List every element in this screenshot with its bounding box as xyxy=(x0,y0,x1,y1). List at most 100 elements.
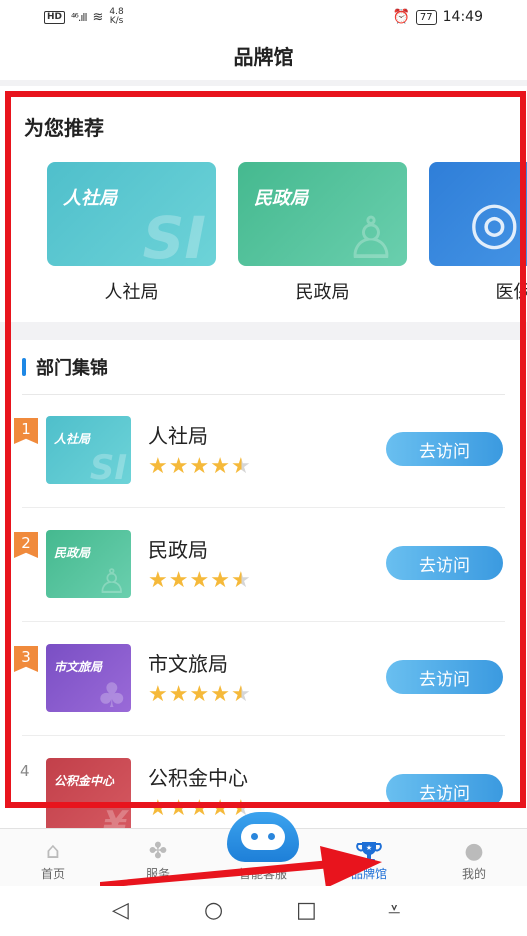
department-row[interactable]: 3 市文旅局 ♣ 市文旅局 ★★★★★ 去访问 xyxy=(0,644,527,758)
robot-eye xyxy=(268,833,275,840)
grid-icon: ✤ xyxy=(148,839,168,864)
star-icon: ★ xyxy=(148,796,169,821)
recommend-section: 为您推荐 人社局 SI 人社局 民政局 ♙ 民政局 ◎ 医保 xyxy=(0,86,527,322)
house-icon: ¥ xyxy=(103,804,127,828)
card-logo-text: 民政局 xyxy=(254,188,308,209)
recommend-item-renshe[interactable]: 人社局 SI 人社局 xyxy=(47,162,216,304)
section-accent-bar xyxy=(22,358,26,376)
nav-home[interactable]: ⌂ 首页 xyxy=(13,839,93,882)
recommend-card[interactable]: 民政局 ♙ xyxy=(238,162,407,266)
alarm-icon: ⏰ xyxy=(392,9,410,25)
trophy-icon: ★ xyxy=(329,839,409,865)
palm-tree-icon: ♣ xyxy=(96,676,127,712)
department-section: 部门集锦 1 人社局 SI 人社局 ★★★★★ 去访问 2 民政局 ♙ 民政局 xyxy=(0,340,527,828)
star-icon: ★ xyxy=(210,796,231,821)
star-icon: ★ xyxy=(168,454,190,479)
nav-mine[interactable]: ● 我的 xyxy=(434,839,514,882)
si-logo-icon: SI xyxy=(89,448,127,484)
thumb-text: 人社局 xyxy=(54,432,91,446)
nav-service[interactable]: ✤ 服务 xyxy=(118,839,198,882)
speed-unit: K/s xyxy=(109,16,124,26)
row-divider xyxy=(22,507,505,508)
star-icon: ★ xyxy=(210,568,231,593)
department-name: 人社局 xyxy=(148,424,208,448)
rating-stars: ★★★★★ xyxy=(148,796,252,821)
star-icon: ★ xyxy=(168,796,190,821)
status-bar: HD ⁴⁶.ıll ≋ 4.8 K/s ⏰ 77 14:49 xyxy=(0,0,527,34)
status-left: HD ⁴⁶.ıll ≋ 4.8 K/s xyxy=(44,8,124,26)
home-icon: ⌂ xyxy=(46,839,60,864)
thumb-text: 公积金中心 xyxy=(54,774,115,788)
department-thumbnail[interactable]: 市文旅局 ♣ xyxy=(46,644,131,712)
rating-stars: ★★★★★ xyxy=(148,454,252,479)
nav-brand[interactable]: ★ 品牌馆 xyxy=(329,839,409,882)
recommend-label: 医保 xyxy=(495,282,527,303)
star-icon: ★ xyxy=(189,454,211,479)
star-icon: ★ xyxy=(210,682,231,707)
robot-eye xyxy=(251,833,258,840)
nav-label: 品牌馆 xyxy=(350,867,387,881)
rank-badge: 1 xyxy=(14,418,38,444)
rank-badge: 3 xyxy=(14,646,38,672)
recommend-list[interactable]: 人社局 SI 人社局 民政局 ♙ 民政局 ◎ 医保 xyxy=(47,162,527,304)
visit-button[interactable]: 去访问 xyxy=(386,546,503,580)
department-name: 市文旅局 xyxy=(148,652,228,676)
signal-icon: ⁴⁶.ıll xyxy=(71,10,88,24)
rank-number: 4 xyxy=(20,762,30,780)
thumb-text: 民政局 xyxy=(54,546,91,560)
star-icon: ★ xyxy=(189,568,211,593)
yibao-logo-icon: ◎ xyxy=(469,188,520,256)
page-title: 品牌馆 xyxy=(233,45,294,69)
visit-button[interactable]: 去访问 xyxy=(386,774,503,808)
star-icon: ★ xyxy=(168,568,190,593)
rank-badge: 2 xyxy=(14,532,38,558)
department-thumbnail[interactable]: 公积金中心 ¥ xyxy=(46,758,131,828)
wifi-icon: ≋ xyxy=(92,9,104,25)
recommend-card[interactable]: ◎ xyxy=(429,162,527,266)
family-logo-icon: ♙ xyxy=(345,204,397,266)
half-star-icon: ★ xyxy=(230,454,252,479)
department-thumbnail[interactable]: 人社局 SI xyxy=(46,416,131,484)
star-icon: ★ xyxy=(189,796,211,821)
row-divider xyxy=(22,621,505,622)
system-nav: ◁ ○ □ ⩡ xyxy=(0,886,527,936)
department-thumbnail[interactable]: 民政局 ♙ xyxy=(46,530,131,598)
star-icon: ★ xyxy=(189,682,211,707)
nav-label: 首页 xyxy=(40,867,65,881)
star-icon: ★ xyxy=(168,682,190,707)
time: 14:49 xyxy=(442,9,483,25)
visit-button[interactable]: 去访问 xyxy=(386,660,503,694)
recents-icon[interactable]: □ xyxy=(296,898,317,923)
half-star-icon: ★ xyxy=(230,568,252,593)
hd-indicator: HD xyxy=(44,10,66,24)
recommend-item-minzheng[interactable]: 民政局 ♙ 民政局 xyxy=(238,162,407,304)
department-name: 民政局 xyxy=(148,538,208,562)
section-divider xyxy=(0,322,527,340)
status-right: ⏰ 77 14:49 xyxy=(392,9,483,25)
svg-text:★: ★ xyxy=(366,844,372,852)
recommend-card[interactable]: 人社局 SI xyxy=(47,162,216,266)
nav-label: 智能客服 xyxy=(238,867,287,881)
back-icon[interactable]: ◁ xyxy=(112,898,129,923)
notification-pull-icon[interactable]: ⩡ xyxy=(388,898,400,923)
department-row[interactable]: 1 人社局 SI 人社局 ★★★★★ 去访问 xyxy=(0,416,527,530)
department-header: 部门集锦 xyxy=(22,354,108,380)
star-icon: ★ xyxy=(148,682,169,707)
rating-stars: ★★★★★ xyxy=(148,568,252,593)
row-divider xyxy=(22,735,505,736)
home-button-icon[interactable]: ○ xyxy=(204,898,223,923)
robot-face xyxy=(241,824,285,850)
main-content[interactable]: 为您推荐 人社局 SI 人社局 民政局 ♙ 民政局 ◎ 医保 部门集锦 1 人社… xyxy=(0,86,527,828)
star-icon: ★ xyxy=(210,454,231,479)
rating-stars: ★★★★★ xyxy=(148,682,252,707)
robot-icon[interactable] xyxy=(227,812,299,862)
nav-label: 服务 xyxy=(145,867,170,881)
user-icon: ● xyxy=(464,839,484,864)
recommend-title: 为您推荐 xyxy=(24,116,104,140)
recommend-item-yibao[interactable]: ◎ 医保 xyxy=(429,162,527,304)
recommend-label: 人社局 xyxy=(104,282,159,303)
visit-button[interactable]: 去访问 xyxy=(386,432,503,466)
nav-label: 我的 xyxy=(461,867,486,881)
department-row[interactable]: 2 民政局 ♙ 民政局 ★★★★★ 去访问 xyxy=(0,530,527,644)
half-star-icon: ★ xyxy=(230,682,252,707)
